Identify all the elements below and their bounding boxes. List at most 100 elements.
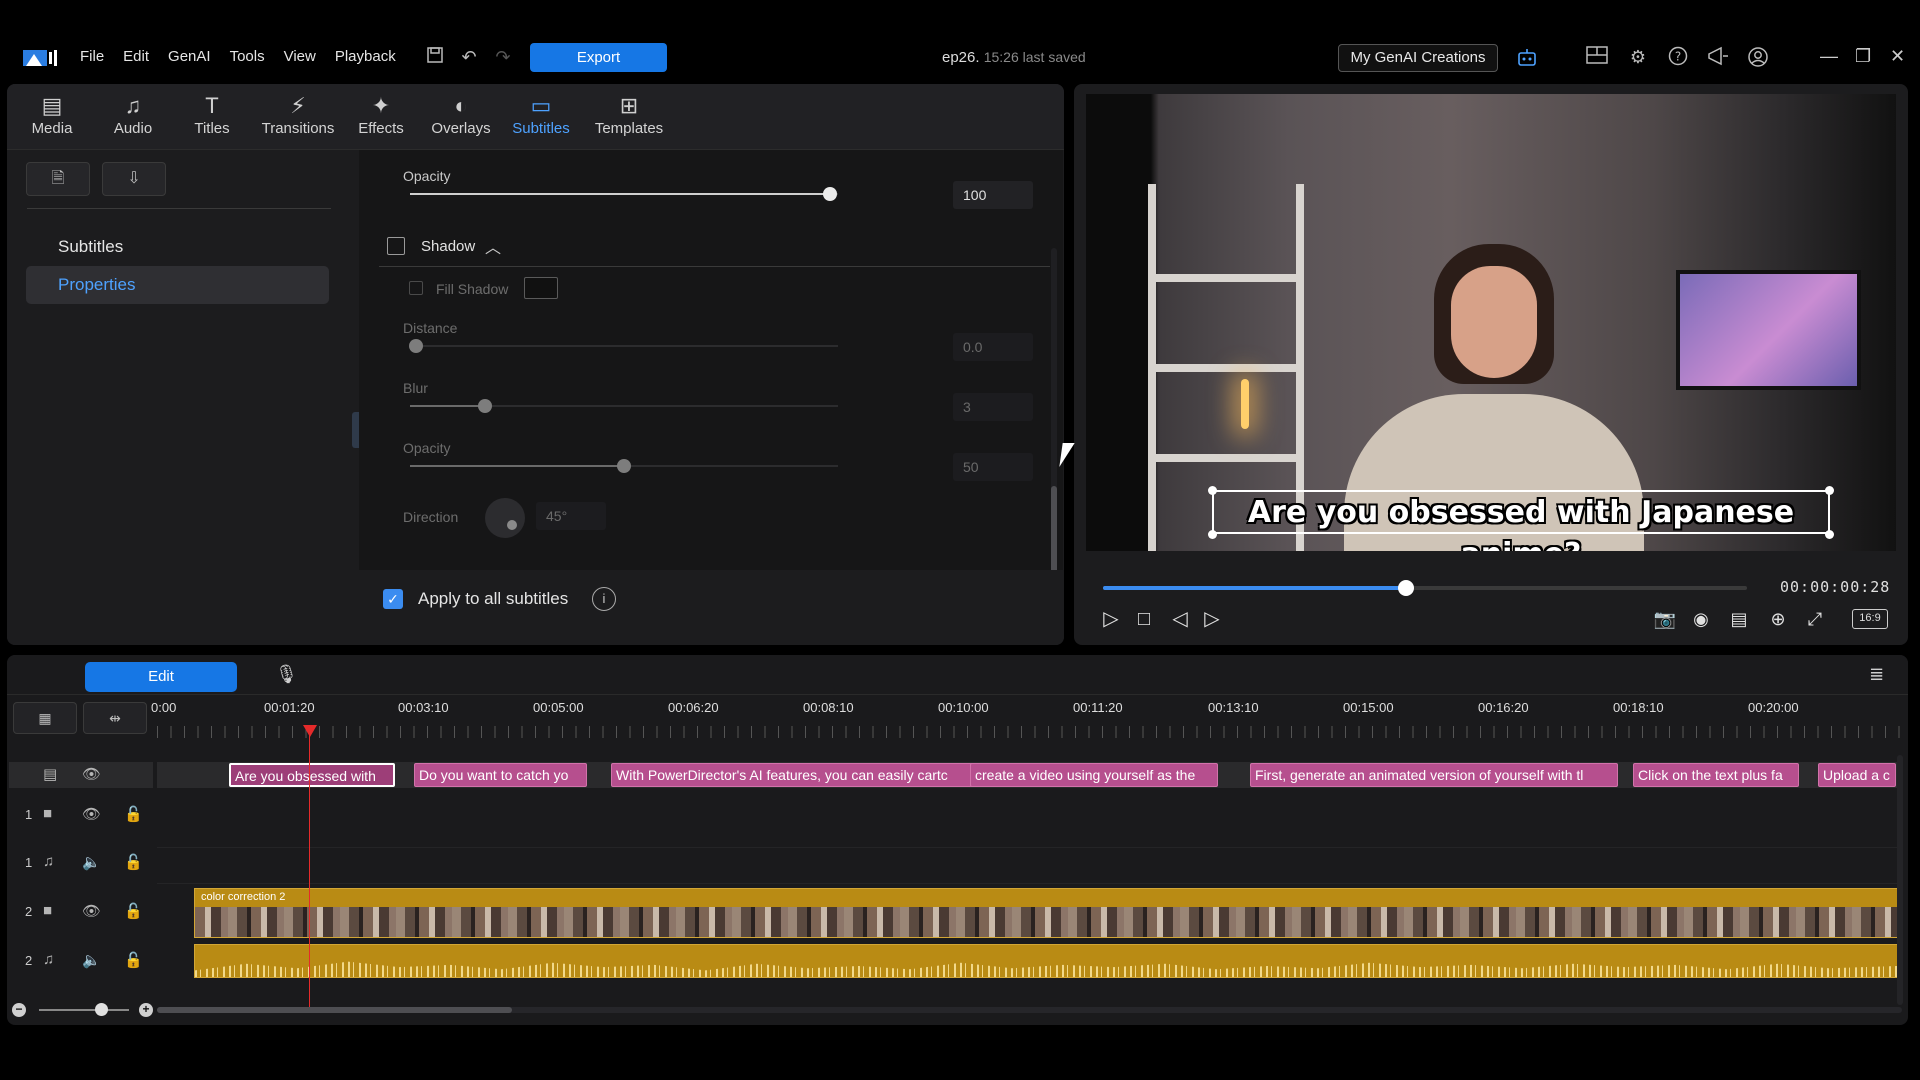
export-button[interactable]: Export bbox=[530, 43, 667, 72]
import-subtitle-button[interactable]: 🗎 bbox=[26, 162, 90, 196]
next-frame-icon[interactable]: ▷ bbox=[1199, 606, 1225, 632]
menu-edit[interactable]: Edit bbox=[123, 48, 149, 65]
preview-quality-icon[interactable]: ◉ bbox=[1688, 606, 1714, 632]
voice-over-icon[interactable]: 🎙 bbox=[275, 664, 298, 685]
layout-icon[interactable] bbox=[1586, 46, 1608, 68]
distance-slider-track[interactable] bbox=[410, 345, 838, 347]
menu-genai[interactable]: GenAI bbox=[168, 48, 211, 65]
timeline-vertical-scrollbar[interactable] bbox=[1897, 755, 1903, 1005]
direction-dial[interactable] bbox=[485, 498, 525, 538]
caption-bounding-box[interactable]: Are you obsessed with Japanese anime? bbox=[1212, 490, 1830, 551]
resize-handle[interactable] bbox=[1825, 530, 1834, 539]
blur-value-input[interactable]: 3 bbox=[953, 393, 1033, 421]
zoom-in-icon[interactable]: + bbox=[139, 1003, 153, 1017]
opacity-slider-knob[interactable] bbox=[823, 187, 837, 201]
unlock-icon[interactable]: 🔓 bbox=[124, 853, 143, 871]
distance-value-input[interactable]: 0.0 bbox=[953, 333, 1033, 361]
track-manager-button[interactable]: ▦ bbox=[13, 702, 77, 734]
subtitle-clip[interactable]: With PowerDirector's AI features, you ca… bbox=[611, 763, 975, 787]
menu-file[interactable]: File bbox=[80, 48, 104, 65]
resize-handle[interactable] bbox=[1208, 486, 1217, 495]
distance-slider-knob[interactable] bbox=[409, 339, 423, 353]
menu-playback[interactable]: Playback bbox=[335, 48, 396, 65]
my-genai-creations-button[interactable]: My GenAI Creations bbox=[1338, 44, 1498, 72]
chevron-up-icon[interactable]: ︿ bbox=[485, 234, 501, 258]
edit-button[interactable]: Edit bbox=[85, 662, 237, 692]
snapshot-camera-icon[interactable]: 📷 bbox=[1652, 606, 1678, 632]
subtitle-clip[interactable]: Upload a c bbox=[1818, 763, 1896, 787]
announcement-icon[interactable] bbox=[1707, 46, 1729, 68]
zoom-out-icon[interactable]: − bbox=[12, 1003, 26, 1017]
shadow-opacity-value-input[interactable]: 50 bbox=[953, 453, 1033, 481]
export-subtitle-button[interactable]: ⇩ bbox=[102, 162, 166, 196]
tab-audio[interactable]: ♫ Audio bbox=[93, 92, 173, 137]
undo-icon[interactable]: ↶ bbox=[458, 46, 480, 68]
save-icon[interactable] bbox=[424, 46, 446, 68]
account-icon[interactable] bbox=[1747, 46, 1769, 68]
shadow-opacity-slider-knob[interactable] bbox=[617, 459, 631, 473]
zoom-slider-track[interactable] bbox=[39, 1009, 129, 1011]
video-clip[interactable]: color correction 2 bbox=[194, 888, 1898, 938]
subtitle-clip[interactable]: Are you obsessed with bbox=[229, 763, 395, 787]
tab-subtitles[interactable]: ▭ Subtitles bbox=[501, 92, 581, 137]
fullscreen-icon[interactable]: ⤢ bbox=[1802, 606, 1828, 632]
tab-transitions[interactable]: ⚡ Transitions bbox=[258, 92, 338, 137]
speaker-icon[interactable]: 🔈 bbox=[82, 951, 101, 969]
restore-icon[interactable]: ❐ bbox=[1855, 46, 1871, 67]
sidebar-item-properties[interactable]: Properties bbox=[26, 266, 329, 304]
unlock-icon[interactable]: 🔓 bbox=[124, 951, 143, 969]
play-icon[interactable]: ▷ bbox=[1098, 606, 1124, 632]
zoom-slider-knob[interactable] bbox=[95, 1003, 108, 1016]
shadow-color-swatch[interactable] bbox=[524, 277, 558, 299]
menu-tools[interactable]: Tools bbox=[230, 48, 265, 65]
subtitle-toggle-icon[interactable]: ▤ bbox=[1726, 606, 1752, 632]
settings-gear-icon[interactable]: ⚙ bbox=[1627, 46, 1649, 68]
seek-bar-knob[interactable] bbox=[1397, 580, 1414, 596]
timeline-ruler[interactable]: 0:00 00:01:20 00:03:10 00:05:00 00:06:20… bbox=[151, 700, 1902, 750]
ai-robot-icon[interactable] bbox=[1516, 46, 1538, 68]
minimize-icon[interactable]: — bbox=[1820, 46, 1838, 67]
tab-media[interactable]: ▤ Media bbox=[12, 92, 92, 137]
blur-slider-knob[interactable] bbox=[478, 399, 492, 413]
shadow-checkbox[interactable] bbox=[387, 237, 405, 255]
close-icon[interactable]: ✕ bbox=[1890, 46, 1905, 67]
eye-icon[interactable]: 👁 bbox=[82, 805, 101, 823]
sidebar-item-subtitles[interactable]: Subtitles bbox=[26, 228, 329, 266]
redo-icon[interactable]: ↷ bbox=[492, 46, 514, 68]
eye-icon[interactable]: 👁 bbox=[82, 765, 101, 783]
info-icon[interactable]: i bbox=[592, 587, 616, 611]
help-icon[interactable]: ? bbox=[1667, 46, 1689, 68]
eye-icon[interactable]: 👁 bbox=[82, 902, 101, 920]
previous-frame-icon[interactable]: ◁ bbox=[1167, 606, 1193, 632]
tab-effects[interactable]: ✦ Effects bbox=[341, 92, 421, 137]
subtitle-clip[interactable]: create a video using yourself as the bbox=[970, 763, 1218, 787]
tab-titles[interactable]: T Titles bbox=[172, 92, 252, 137]
unlock-icon[interactable]: 🔓 bbox=[124, 902, 143, 920]
subtitle-clip[interactable]: Do you want to catch yo bbox=[414, 763, 587, 787]
menu-view[interactable]: View bbox=[284, 48, 316, 65]
video-preview[interactable]: Are you obsessed with Japanese anime? bbox=[1086, 94, 1896, 551]
fit-timeline-button[interactable]: ⇹ bbox=[83, 702, 147, 734]
subtitle-caption[interactable]: Are you obsessed with Japanese anime? bbox=[1214, 492, 1828, 551]
tab-templates[interactable]: ⊞ Templates bbox=[589, 92, 669, 137]
subtitle-clip[interactable]: First, generate an animated version of y… bbox=[1250, 763, 1618, 787]
resize-handle[interactable] bbox=[1825, 486, 1834, 495]
fill-shadow-checkbox[interactable] bbox=[409, 281, 423, 295]
tab-overlays[interactable]: ◐ Overlays bbox=[421, 92, 501, 137]
direction-value-input[interactable]: 45° bbox=[536, 502, 606, 530]
resize-handle[interactable] bbox=[1208, 530, 1217, 539]
timeline-settings-icon[interactable]: ≣ bbox=[1869, 664, 1884, 685]
unlock-icon[interactable]: 🔓 bbox=[124, 805, 143, 823]
audio-clip[interactable] bbox=[194, 944, 1898, 978]
zoom-preview-icon[interactable]: ⊕ bbox=[1765, 606, 1791, 632]
timeline-horizontal-scrollbar[interactable] bbox=[157, 1007, 1902, 1013]
subtitle-clip[interactable]: Click on the text plus fa bbox=[1633, 763, 1799, 787]
playhead-marker[interactable] bbox=[303, 725, 317, 737]
aspect-ratio-button[interactable]: 16:9 bbox=[1852, 609, 1888, 629]
speaker-icon[interactable]: 🔈 bbox=[82, 853, 101, 871]
timeline-scrollbar-thumb[interactable] bbox=[157, 1007, 512, 1013]
apply-all-checkbox[interactable]: ✓ bbox=[383, 589, 403, 609]
shelf-board bbox=[1148, 364, 1304, 372]
stop-icon[interactable]: □ bbox=[1131, 606, 1157, 632]
opacity-value-input[interactable]: 100 bbox=[953, 181, 1033, 209]
